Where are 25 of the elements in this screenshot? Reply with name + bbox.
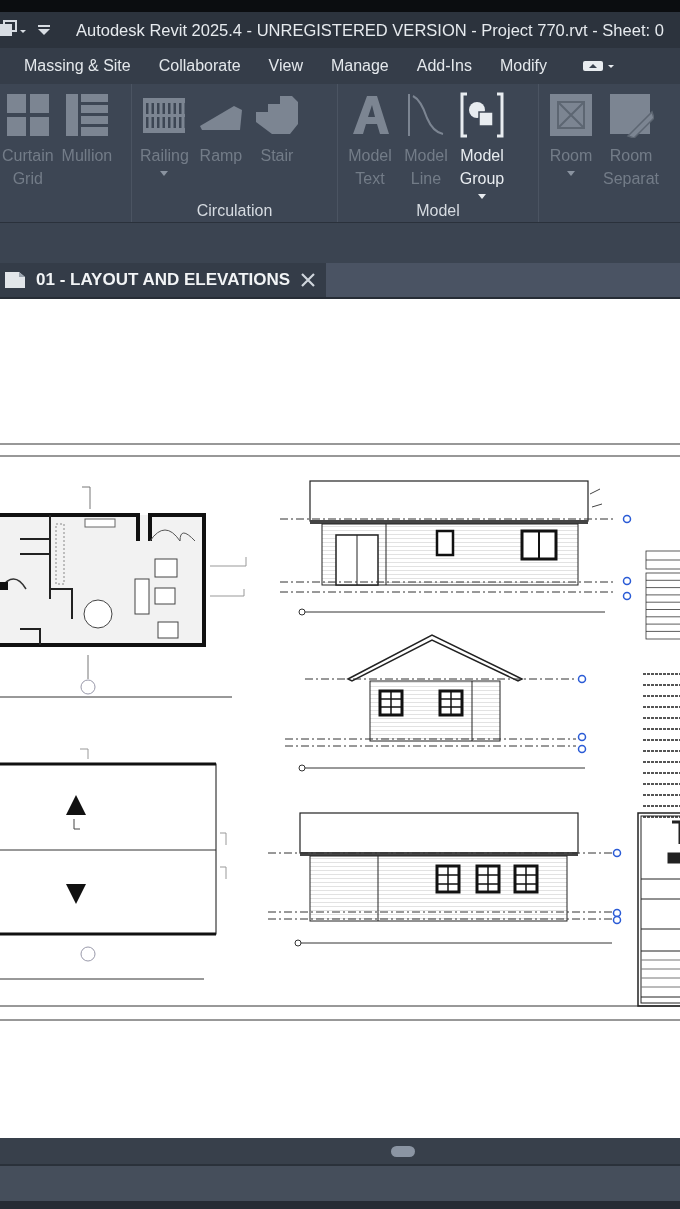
panel-title: Model [415,202,461,220]
close-icon[interactable] [300,272,317,288]
document-tab[interactable]: 01 - LAYOUT AND ELEVATIONS [0,263,327,297]
caret-icon [567,171,575,176]
curtain-grid-icon [4,92,51,138]
customize-toolbar-icon[interactable] [36,22,52,38]
ribbon-tab[interactable]: Massing & Site [10,57,145,75]
room-icon [548,92,594,138]
model-group-icon [459,92,505,138]
caret-icon [160,171,169,176]
document-tab-label: 01 - LAYOUT AND ELEVATIONS [36,270,291,290]
ribbon-tab[interactable]: View [254,57,317,75]
ribbon-tab[interactable]: Collaborate [144,57,255,75]
ribbon-tool-button[interactable]: Model Group [456,88,508,202]
room-separator-icon [608,92,654,138]
window-title: Autodesk Revit 2025.4 - UNREGISTERED VERSION - Project 770.rvt - Sheet: 0 [76,20,664,40]
mullion-icon [63,92,110,138]
ribbon-tab[interactable]: Add-Ins [402,57,486,75]
ribbon-tab[interactable]: Manage [316,57,403,75]
ribbon-tab[interactable]: Modify [485,57,562,75]
scrollbar-thumb[interactable] [391,1145,415,1157]
caret-icon [478,194,486,199]
horizontal-scrollbar[interactable] [0,1138,680,1166]
panel-title: Circulation [195,202,274,220]
sheet-icon [4,271,26,289]
